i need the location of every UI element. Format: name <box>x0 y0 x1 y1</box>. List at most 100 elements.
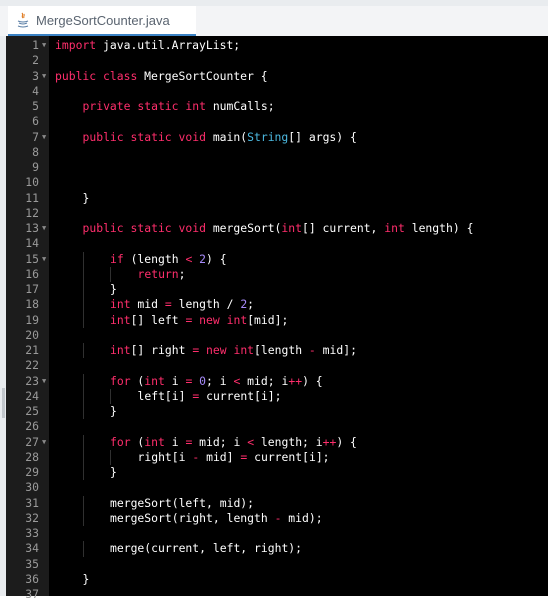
file-tab[interactable]: MergeSortCounter.java <box>8 6 196 36</box>
code-line[interactable]: 19 int[] left = new int[mid]; <box>6 313 548 328</box>
code-line[interactable]: 9 <box>6 160 548 175</box>
code-line[interactable]: 1 ▼ import java.util.ArrayList; <box>6 38 548 53</box>
code-line[interactable]: 5 private static int numCalls; <box>6 99 548 114</box>
indent-guide <box>82 373 84 389</box>
code-line[interactable]: 35 <box>6 557 548 572</box>
code-token: length / <box>171 297 241 312</box>
code-token: merge(current, left, right); <box>110 541 303 556</box>
code-token: mergeSort( <box>205 221 282 235</box>
code-token: ++ <box>322 434 337 449</box>
code-line[interactable]: 23 ▼ for (int i = 0; i < mid; i++) { <box>6 374 548 389</box>
code-text: public static void mergeSort(int[] curre… <box>83 221 474 236</box>
code-line[interactable]: 3 ▼ public class MergeSortCounter { <box>6 69 548 84</box>
code-token: [] right <box>130 343 193 357</box>
code-token: [] current, <box>301 221 385 235</box>
line-number: 4 <box>32 83 39 98</box>
code-line[interactable]: 37 <box>6 587 548 602</box>
code-line[interactable]: 29} <box>6 465 548 480</box>
code-line[interactable]: 7 ▼ public static void main(String[] args)… <box>6 130 548 145</box>
indent-guide <box>82 388 84 404</box>
code-token: int <box>233 343 255 357</box>
code-line[interactable]: 10 <box>6 175 548 190</box>
code-token: mid <box>130 297 165 312</box>
code-line[interactable]: 21 int[] right = new int[length - mid]; <box>6 343 548 358</box>
indent-guide <box>82 343 84 359</box>
code-line[interactable]: 2 <box>6 53 548 68</box>
code-text: right[i - mid] = current[i]; <box>138 450 330 465</box>
code-line[interactable]: 28 right[i - mid] = current[i]; <box>6 450 548 465</box>
line-number: 34 <box>25 541 39 556</box>
line-number: 30 <box>25 480 39 495</box>
code-token: current[i]; <box>247 449 330 464</box>
code-token: public <box>55 68 97 83</box>
code-text: int[] right = new int[length - mid]; <box>110 343 357 358</box>
fold-arrow-icon[interactable]: ▼ <box>42 221 46 236</box>
indent-guide <box>82 465 84 481</box>
code-line[interactable]: 11} <box>6 191 548 206</box>
line-number: 8 <box>32 144 39 159</box>
code-line[interactable]: 4 <box>6 84 548 99</box>
code-token: [] args) { <box>288 129 357 144</box>
code-line[interactable]: 27 ▼ for (int i = mid; i < length; i++) { <box>6 435 548 450</box>
code-text: merge(current, left, right); <box>110 541 302 556</box>
line-number: 22 <box>25 358 39 373</box>
code-text: private static int numCalls; <box>83 99 275 114</box>
code-line[interactable]: 24 left[i] = current[i]; <box>6 389 548 404</box>
code-line[interactable]: 8 <box>6 145 548 160</box>
code-line[interactable]: 13 ▼ public static void mergeSort(int[] cu… <box>6 221 548 236</box>
code-line[interactable]: 31 mergeSort(left, mid); <box>6 496 548 511</box>
line-number: 24 <box>25 388 39 403</box>
code-line[interactable]: 36} <box>6 572 548 587</box>
code-line[interactable]: 34 merge(current, left, right); <box>6 541 548 556</box>
code-token: ; <box>247 297 255 312</box>
code-line[interactable]: 16 return; <box>6 267 548 282</box>
code-text: public class MergeSortCounter { <box>55 69 268 84</box>
code-line[interactable]: 15 ▼ if (length < 2) { <box>6 252 548 267</box>
code-token: ; <box>178 266 186 281</box>
code-token: return <box>137 266 179 281</box>
fold-arrow-icon[interactable]: ▼ <box>42 252 46 267</box>
code-editor[interactable]: 1 ▼ import java.util.ArrayList; 2 3 ▼ public c… <box>0 36 548 601</box>
line-number: 5 <box>32 99 39 113</box>
code-line[interactable]: 25} <box>6 404 548 419</box>
code-token: void <box>178 129 206 144</box>
editor-tab-bar: MergeSortCounter.java <box>0 6 548 36</box>
code-token: main( <box>205 129 248 144</box>
code-line[interactable]: 22 <box>6 358 548 373</box>
code-line[interactable]: 12 <box>6 206 548 221</box>
code-text: for (int i = mid; i < length; i++) { <box>110 435 357 450</box>
code-line[interactable]: 20 <box>6 328 548 343</box>
indent-guide <box>82 312 84 328</box>
code-token: for <box>110 434 131 449</box>
code-token: - <box>308 343 316 357</box>
code-line[interactable]: 30 <box>6 480 548 495</box>
code-line[interactable]: 32 mergeSort(right, length - mid); <box>6 511 548 526</box>
code-token: void <box>178 221 206 235</box>
code-token: mid); <box>281 510 323 525</box>
indent-guide <box>82 541 84 557</box>
code-line[interactable]: 18 int mid = length / 2; <box>6 297 548 312</box>
code-token: int <box>110 297 131 312</box>
indent-guide <box>82 434 84 450</box>
code-line[interactable]: 14 <box>6 236 548 251</box>
scroll-handle[interactable] <box>2 388 5 418</box>
indent-guide <box>82 510 84 526</box>
line-number: 18 <box>25 297 39 312</box>
line-number: 14 <box>25 236 39 251</box>
fold-arrow-icon[interactable]: ▼ <box>42 69 46 84</box>
code-line[interactable]: 17} <box>6 282 548 297</box>
fold-arrow-icon[interactable]: ▼ <box>42 374 46 389</box>
fold-arrow-icon[interactable]: ▼ <box>42 435 46 450</box>
fold-arrow-icon[interactable]: ▼ <box>42 38 46 53</box>
code-token: private <box>82 99 131 113</box>
code-line[interactable]: 6 <box>6 114 548 129</box>
code-line[interactable]: 26 <box>6 419 548 434</box>
fold-arrow-icon[interactable]: ▼ <box>42 130 46 145</box>
code-line[interactable]: 33 <box>6 526 548 541</box>
code-token: int <box>144 373 165 388</box>
code-token: [] left <box>130 312 186 327</box>
code-token: String <box>247 129 289 144</box>
